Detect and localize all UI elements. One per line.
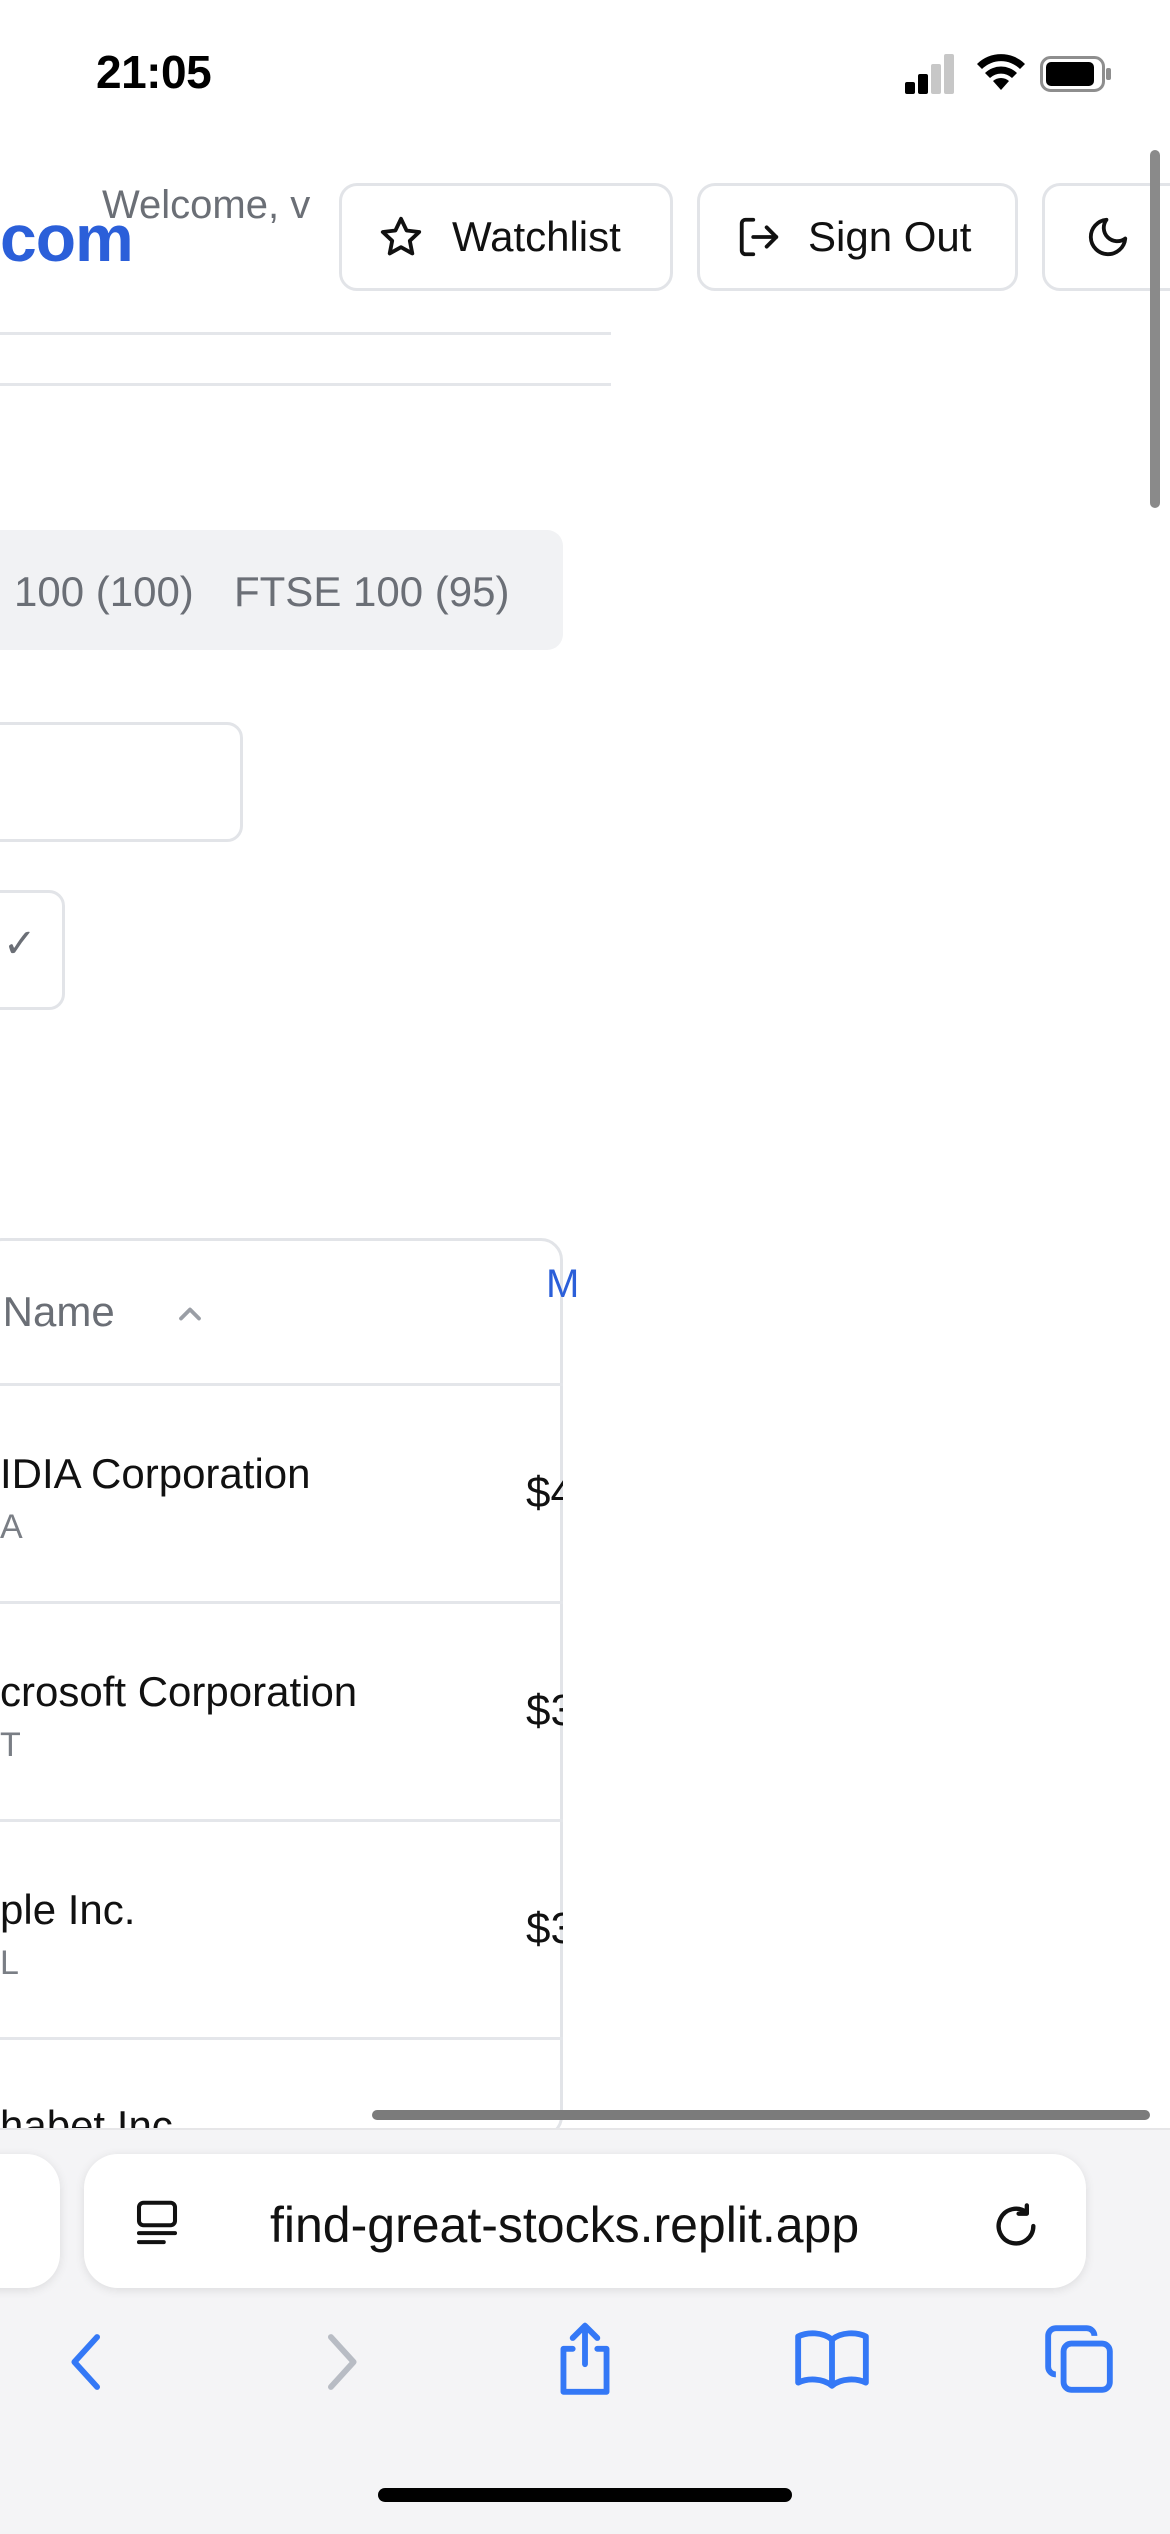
tab-index-100[interactable]: 100 (100) xyxy=(14,568,194,616)
row-ticker: L xyxy=(0,1944,21,1982)
tab-ftse-100[interactable]: FTSE 100 (95) xyxy=(234,568,509,616)
row-ticker: T xyxy=(0,1726,23,1764)
bookmarks-icon[interactable] xyxy=(792,2322,872,2394)
back-icon[interactable] xyxy=(60,2328,116,2396)
welcome-text: Welcome, v xyxy=(102,183,311,227)
row-divider xyxy=(0,2037,563,2040)
forward-icon[interactable] xyxy=(312,2328,368,2396)
sign-out-button[interactable]: Sign Out xyxy=(697,183,1018,291)
share-icon[interactable] xyxy=(548,2318,622,2398)
row-price: $4 xyxy=(526,1468,563,1517)
vertical-scrollbar[interactable] xyxy=(1150,150,1160,508)
search-input[interactable] xyxy=(0,755,229,807)
reload-icon[interactable] xyxy=(990,2200,1042,2252)
cellular-signal-icon xyxy=(905,52,955,94)
star-icon xyxy=(380,216,422,256)
search-box[interactable] xyxy=(0,722,243,842)
battery-icon xyxy=(1040,56,1111,92)
row-price: $3 xyxy=(526,1904,563,1953)
watchlist-label: Watchlist xyxy=(452,213,621,260)
row-company-name[interactable]: ple Inc. xyxy=(0,1886,135,1934)
column-header-company-name[interactable]: y Name xyxy=(0,1288,115,1336)
moon-icon xyxy=(1088,217,1128,257)
header-divider xyxy=(0,332,611,335)
row-company-name[interactable]: crosoft Corporation xyxy=(0,1668,357,1716)
row-company-name[interactable]: habet Inc xyxy=(0,2102,173,2128)
tabs-icon[interactable] xyxy=(1042,2322,1116,2396)
wifi-icon xyxy=(977,54,1025,90)
log-out-icon xyxy=(739,217,779,257)
row-divider xyxy=(0,1819,563,1822)
row-ticker: A xyxy=(0,1508,25,1546)
header-row-divider xyxy=(0,1383,563,1386)
page-menu-icon[interactable] xyxy=(130,2196,184,2250)
horizontal-scrollbar[interactable] xyxy=(372,2110,1150,2120)
home-indicator[interactable] xyxy=(378,2488,792,2502)
filter-select[interactable]: ✓ xyxy=(0,890,65,1010)
sign-out-label: Sign Out xyxy=(808,213,972,260)
status-time: 21:05 xyxy=(96,46,212,98)
check-icon: ✓ xyxy=(3,922,37,966)
column-header-next[interactable]: M xyxy=(546,1262,579,1307)
row-divider xyxy=(0,1601,563,1604)
section-divider xyxy=(0,383,611,386)
url-text[interactable]: find-great-stocks.replit.app xyxy=(270,2196,859,2254)
watchlist-button[interactable]: Watchlist xyxy=(339,183,673,291)
row-price: $3 xyxy=(526,1686,563,1735)
previous-tab-preview[interactable] xyxy=(0,2154,60,2288)
row-company-name[interactable]: IDIA Corporation xyxy=(0,1450,311,1498)
sort-ascending-icon[interactable] xyxy=(172,1296,208,1332)
